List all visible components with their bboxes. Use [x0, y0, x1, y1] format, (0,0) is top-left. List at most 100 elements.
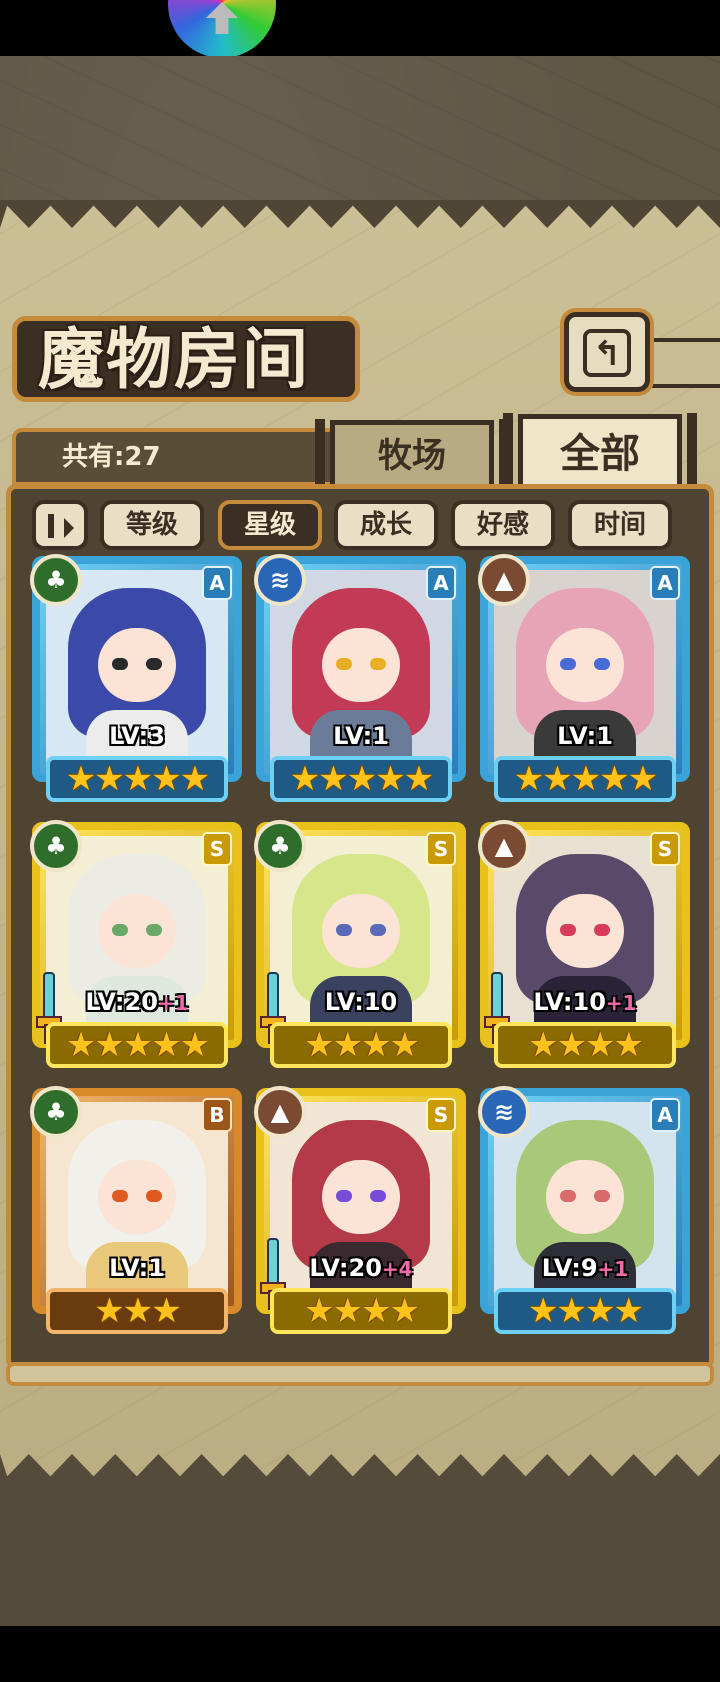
star-rating: ★★★★: [270, 1288, 452, 1334]
portrait-eye: [370, 1190, 386, 1202]
rank-badge: A: [202, 566, 232, 600]
monster-card[interactable]: S ▲ LV:20+4 ★★★★: [254, 1086, 466, 1336]
mountain-icon: ▲: [254, 1086, 306, 1138]
bottom-bar-area: [0, 1626, 720, 1682]
level-text: LV:10: [324, 988, 398, 1016]
level-text: LV:1: [109, 1254, 165, 1282]
level-text: LV:1: [557, 722, 613, 750]
monster-level: LV:20+4: [256, 1254, 466, 1282]
level-bonus: +1: [157, 991, 189, 1015]
tab-all[interactable]: 全部: [503, 413, 697, 490]
leaf-icon: ♣: [30, 1086, 82, 1138]
star-rating: ★★★★★: [494, 756, 676, 802]
mountain-icon: ▲: [478, 820, 530, 872]
back-button-rail: [646, 338, 720, 388]
sort-level-button[interactable]: 等级: [100, 500, 204, 550]
portrait-eye: [560, 658, 576, 670]
portrait-eye: [370, 924, 386, 936]
portrait-eye: [146, 924, 162, 936]
monster-card[interactable]: A ▲ LV:1 ★★★★★: [478, 554, 690, 804]
portrait-eye: [146, 1190, 162, 1202]
portrait-face: [98, 628, 176, 702]
portrait-eye: [112, 1190, 128, 1202]
star-rating: ★★★★★: [270, 756, 452, 802]
monster-level: LV:1: [480, 722, 690, 750]
monster-count-bar: [12, 428, 336, 486]
leaf-icon: ♣: [30, 820, 82, 872]
portrait-face: [98, 1160, 176, 1234]
portrait-face: [546, 894, 624, 968]
monster-level: LV:1: [32, 1254, 242, 1282]
rank-badge: S: [202, 832, 232, 866]
waves-icon: ≋: [254, 554, 306, 606]
level-text: LV:20: [309, 1254, 382, 1282]
portrait-face: [322, 1160, 400, 1234]
sort-time-button[interactable]: 时间: [568, 500, 672, 550]
level-bonus: +1: [597, 1257, 629, 1281]
monster-card[interactable]: A ≋ LV:9+1 ★★★★: [478, 1086, 690, 1336]
monster-card[interactable]: B ♣ LV:1 ★★★: [30, 1086, 242, 1336]
portrait-eye: [112, 658, 128, 670]
back-button[interactable]: ↰: [564, 312, 650, 392]
portrait-eye: [336, 1190, 352, 1202]
monster-list-bottom-rail: [6, 1362, 714, 1386]
level-text: LV:20: [85, 988, 158, 1016]
play-triangle: [64, 518, 74, 538]
map-bottom-strip: [0, 1482, 720, 1626]
portrait-eye: [336, 658, 352, 670]
level-bonus: +4: [381, 1257, 413, 1281]
star-rating: ★★★★: [270, 1022, 452, 1068]
level-text: LV:10: [533, 988, 606, 1016]
portrait-eye: [146, 658, 162, 670]
star-rating: ★★★★★: [46, 1022, 228, 1068]
portrait-eye: [594, 1190, 610, 1202]
monster-level: LV:10+1: [480, 988, 690, 1016]
leaf-icon: ♣: [254, 820, 306, 872]
return-arrow-glyph: ↰: [592, 334, 622, 374]
portrait-eye: [560, 924, 576, 936]
star-rating: ★★★: [46, 1288, 228, 1334]
mountain-icon: ▲: [478, 554, 530, 606]
rank-badge: A: [650, 566, 680, 600]
star-rating: ★★★★★: [46, 756, 228, 802]
portrait-eye: [370, 658, 386, 670]
monster-card[interactable]: A ≋ LV:1 ★★★★★: [254, 554, 466, 804]
level-text: LV:9: [541, 1254, 598, 1282]
portrait-eye: [594, 658, 610, 670]
monster-card[interactable]: S ♣ LV:20+1 ★★★★★: [30, 820, 242, 1070]
waves-icon: ≋: [478, 1086, 530, 1138]
portrait-face: [322, 894, 400, 968]
sort-order-toggle[interactable]: [32, 500, 88, 550]
page-title: 魔物房间: [38, 320, 310, 398]
monster-card[interactable]: S ▲ LV:10+1 ★★★★: [478, 820, 690, 1070]
monster-level: LV:20+1: [32, 988, 242, 1016]
sort-affection-button[interactable]: 好感: [451, 500, 555, 550]
leaf-icon: ♣: [30, 554, 82, 606]
portrait-eye: [594, 924, 610, 936]
portrait-eye: [336, 924, 352, 936]
rank-badge: S: [650, 832, 680, 866]
portrait-face: [546, 1160, 624, 1234]
status-bar-area: [0, 0, 720, 56]
monster-card[interactable]: A ♣ LV:3 ★★★★★: [30, 554, 242, 804]
sort-star-button[interactable]: 星级: [218, 500, 322, 550]
rank-badge: B: [202, 1098, 232, 1132]
monster-level: LV:9+1: [480, 1254, 690, 1282]
rank-badge: S: [426, 1098, 456, 1132]
pause-play-icon: [48, 514, 54, 538]
portrait-eye: [560, 1190, 576, 1202]
rank-badge: S: [426, 832, 456, 866]
level-bonus: +1: [605, 991, 637, 1015]
portrait-face: [322, 628, 400, 702]
tab-ranch[interactable]: 牧场: [315, 419, 509, 490]
return-arrow-icon: ↰: [583, 329, 631, 377]
monster-level: LV:3: [32, 722, 242, 750]
monster-count: 共有:27: [62, 442, 161, 472]
sort-growth-button[interactable]: 成长: [334, 500, 438, 550]
portrait-eye: [112, 924, 128, 936]
star-rating: ★★★★: [494, 1022, 676, 1068]
monster-card[interactable]: S ♣ LV:10 ★★★★: [254, 820, 466, 1070]
rank-badge: A: [426, 566, 456, 600]
rank-badge: A: [650, 1098, 680, 1132]
star-rating: ★★★★: [494, 1288, 676, 1334]
